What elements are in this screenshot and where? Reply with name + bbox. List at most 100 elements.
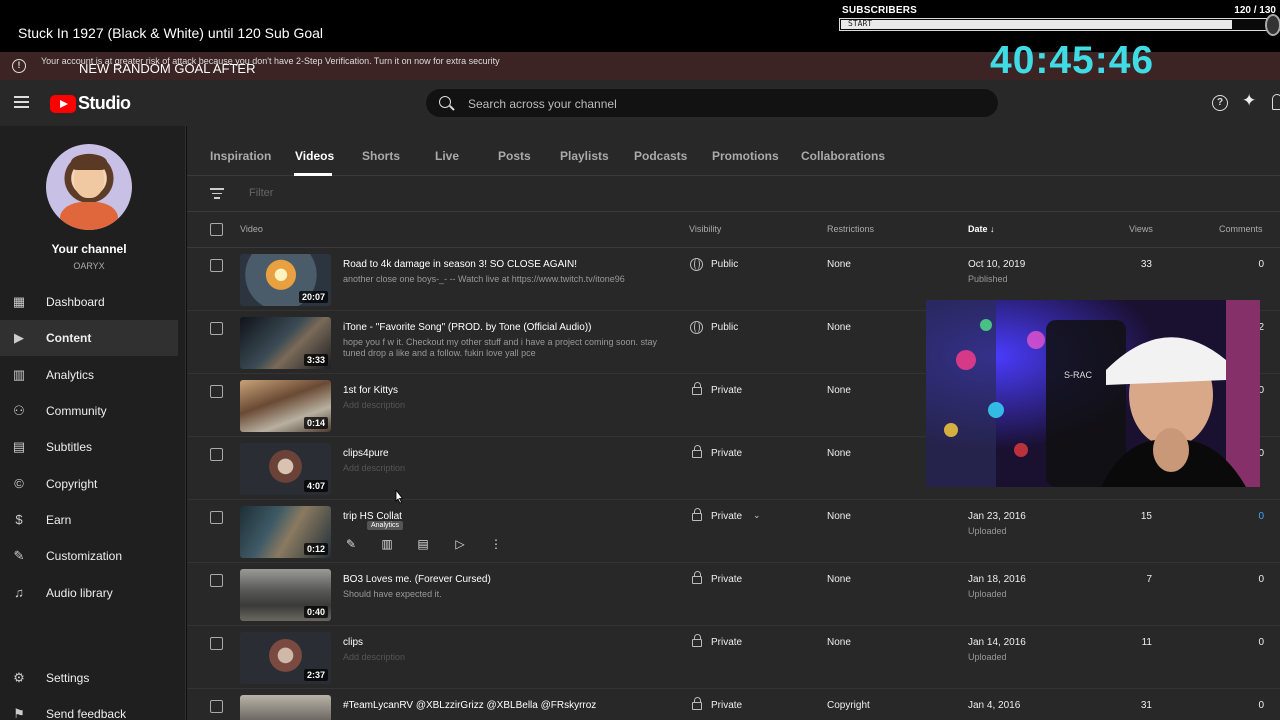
- search-icon: [439, 96, 451, 108]
- help-icon[interactable]: ?: [1212, 95, 1228, 111]
- video-thumbnail[interactable]: 3:33: [240, 317, 331, 369]
- column-restrictions[interactable]: Restrictions: [827, 224, 874, 234]
- youtube-play-small-icon[interactable]: ▷: [452, 536, 468, 552]
- tab-playlists[interactable]: Playlists: [560, 149, 609, 163]
- video-date: Jan 23, 2016: [968, 511, 1026, 522]
- visibility-label[interactable]: Private: [711, 448, 742, 459]
- sidebar-item-community[interactable]: ⚇ Community: [0, 393, 178, 429]
- add-description-link[interactable]: Add description: [343, 652, 673, 663]
- tab-promotions[interactable]: Promotions: [712, 149, 779, 163]
- lock-icon: [692, 382, 702, 395]
- add-description-link[interactable]: Add description: [343, 463, 673, 474]
- filter-icon[interactable]: [210, 188, 224, 199]
- sort-arrow-icon[interactable]: ↓: [990, 224, 995, 234]
- video-comments[interactable]: 0: [1258, 700, 1264, 711]
- row-checkbox[interactable]: [210, 574, 223, 587]
- visibility-label[interactable]: Public: [711, 322, 738, 333]
- sidebar-item-label: Settings: [46, 671, 90, 685]
- row-checkbox[interactable]: [210, 511, 223, 524]
- tab-posts[interactable]: Posts: [498, 149, 531, 163]
- tab-podcasts[interactable]: Podcasts: [634, 149, 687, 163]
- visibility-label[interactable]: Public: [711, 259, 738, 270]
- sidebar-item-subtitles[interactable]: ▤ Subtitles: [0, 429, 178, 465]
- video-title[interactable]: #TeamLycanRV @XBLzzirGrizz @XBLBella @FR…: [343, 700, 596, 711]
- filter-bar[interactable]: Filter: [187, 176, 1280, 212]
- menu-icon[interactable]: [14, 96, 29, 108]
- sidebar-item-copyright[interactable]: © Copyright: [0, 466, 178, 502]
- sparkle-icon[interactable]: ✦: [1242, 91, 1256, 111]
- select-all-checkbox[interactable]: [210, 223, 223, 236]
- table-row[interactable]: 0:40 BO3 Loves me. (Forever Cursed) Shou…: [187, 563, 1280, 626]
- video-comments[interactable]: 0: [1258, 637, 1264, 648]
- row-checkbox[interactable]: [210, 448, 223, 461]
- row-checkbox[interactable]: [210, 322, 223, 335]
- video-date: Oct 10, 2019: [968, 259, 1026, 270]
- column-views[interactable]: Views: [1129, 224, 1153, 234]
- analytics-bar-icon[interactable]: ▥: [379, 536, 395, 552]
- video-thumbnail[interactable]: 0:40: [240, 569, 331, 621]
- tab-shorts[interactable]: Shorts: [362, 149, 400, 163]
- video-duration: 0:12: [303, 543, 328, 555]
- tab-videos[interactable]: Videos: [295, 149, 334, 163]
- column-visibility[interactable]: Visibility: [689, 224, 721, 234]
- tab-live[interactable]: Live: [435, 149, 459, 163]
- video-thumbnail[interactable]: 0:14: [240, 380, 331, 432]
- tab-collaborations[interactable]: Collaborations: [801, 149, 885, 163]
- sidebar-item-customization[interactable]: ✎ Customization: [0, 538, 178, 574]
- studio-logo[interactable]: Studio: [50, 93, 131, 114]
- sidebar-item-analytics[interactable]: ▥ Analytics: [0, 357, 178, 393]
- visibility-label[interactable]: Private: [711, 637, 742, 648]
- notifications-icon[interactable]: [1272, 94, 1280, 110]
- video-comments[interactable]: 0: [1258, 511, 1264, 522]
- filter-input[interactable]: Filter: [249, 187, 273, 199]
- video-thumbnail[interactable]: 4:07: [240, 443, 331, 495]
- chevron-down-icon[interactable]: ⌄: [753, 510, 761, 521]
- video-duration: 3:33: [303, 354, 328, 366]
- sidebar-item-audio-library[interactable]: ♫ Audio library: [0, 575, 178, 611]
- video-title[interactable]: clips4pure: [343, 448, 389, 459]
- video-title[interactable]: 1st for Kittys: [343, 385, 398, 396]
- visibility-label[interactable]: Private: [711, 574, 742, 585]
- video-comments[interactable]: 0: [1258, 259, 1264, 270]
- column-comments[interactable]: Comments: [1219, 224, 1263, 234]
- sidebar-item-label: Community: [46, 404, 107, 418]
- row-checkbox[interactable]: [210, 259, 223, 272]
- comments-icon[interactable]: ▤: [415, 536, 431, 552]
- video-title[interactable]: clips: [343, 637, 363, 648]
- video-thumbnail[interactable]: 20:07: [240, 254, 331, 306]
- sidebar-item-label: Earn: [46, 513, 72, 527]
- video-views: 11: [1141, 637, 1152, 648]
- sidebar-item-settings[interactable]: ⚙ Settings: [0, 660, 178, 696]
- restrictions-value[interactable]: Copyright: [827, 700, 870, 711]
- sidebar-item-content[interactable]: ▶ Content: [0, 320, 178, 356]
- video-thumbnail[interactable]: 0:12: [240, 506, 331, 558]
- table-row[interactable]: #TeamLycanRV @XBLzzirGrizz @XBLBella @FR…: [187, 689, 1280, 720]
- table-row[interactable]: 2:37 clips Add description Private None …: [187, 626, 1280, 689]
- more-options-icon[interactable]: ⋮: [488, 536, 504, 552]
- video-thumbnail[interactable]: [240, 695, 331, 720]
- video-title[interactable]: BO3 Loves me. (Forever Cursed): [343, 574, 491, 585]
- sidebar-item-feedback[interactable]: ⚑ Send feedback: [0, 696, 178, 720]
- video-title[interactable]: iTone - "Favorite Song" (PROD. by Tone (…: [343, 322, 592, 333]
- column-date[interactable]: Date: [968, 224, 988, 234]
- video-title[interactable]: Road to 4k damage in season 3! SO CLOSE …: [343, 259, 577, 270]
- row-checkbox[interactable]: [210, 700, 223, 713]
- visibility-label[interactable]: Private: [711, 700, 742, 711]
- video-comments[interactable]: 0: [1258, 574, 1264, 585]
- avatar[interactable]: [46, 144, 132, 230]
- video-thumbnail[interactable]: 2:37: [240, 632, 331, 684]
- lock-icon: [692, 634, 702, 647]
- row-checkbox[interactable]: [210, 385, 223, 398]
- visibility-label[interactable]: Private: [711, 511, 742, 522]
- edit-pencil-icon[interactable]: ✎: [343, 536, 359, 552]
- tab-inspiration[interactable]: Inspiration: [210, 149, 271, 163]
- table-row[interactable]: 0:12 trip HS Collat Analytics ✎ ▥ ▤ ▷ ⋮ …: [187, 500, 1280, 563]
- search-input[interactable]: Search across your channel: [425, 88, 999, 118]
- row-checkbox[interactable]: [210, 637, 223, 650]
- restrictions-value: None: [827, 385, 851, 396]
- sidebar-item-earn[interactable]: $ Earn: [0, 502, 178, 538]
- visibility-label[interactable]: Private: [711, 385, 742, 396]
- sidebar-item-dashboard[interactable]: ▦ Dashboard: [0, 284, 178, 320]
- sidebar-item-label: Content: [46, 331, 92, 345]
- add-description-link[interactable]: Add description: [343, 400, 673, 411]
